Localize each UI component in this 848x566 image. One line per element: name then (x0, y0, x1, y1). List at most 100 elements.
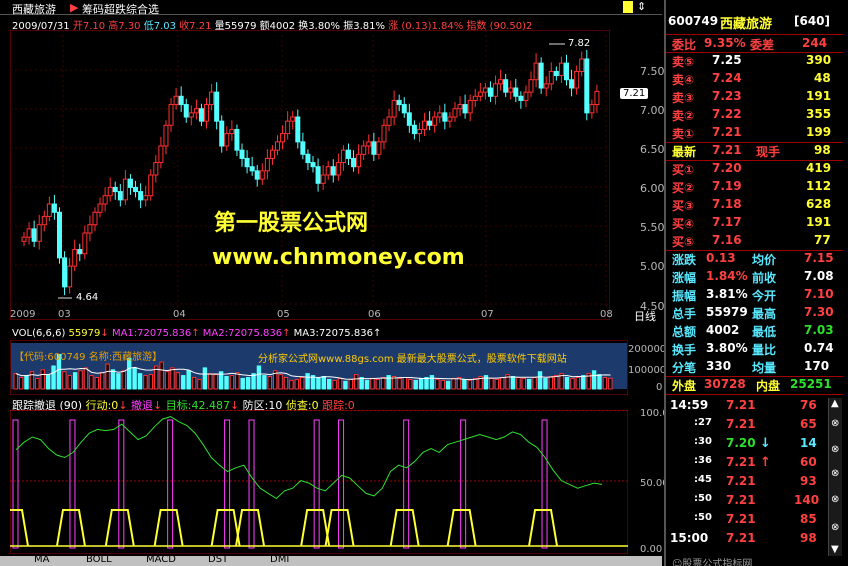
candle-body (366, 141, 372, 147)
candle-body (198, 108, 204, 122)
tab-ma[interactable]: MA (34, 554, 49, 565)
ask-row[interactable]: 卖③ 7.23 191 (666, 88, 843, 106)
candle-body (533, 62, 539, 81)
volume-bar (467, 379, 472, 390)
volume-bar (602, 376, 608, 390)
stat-text: 总额 (672, 325, 697, 339)
panel-index: [640] (794, 14, 831, 28)
tick-cell: 7.21 (726, 398, 756, 412)
ask-row[interactable]: 卖⑤ 7.25 390 (666, 52, 843, 70)
candle-body (249, 166, 255, 172)
candle-body (340, 149, 346, 164)
volume-bar (202, 367, 208, 390)
candle-body (183, 104, 189, 118)
volume-bar (451, 377, 456, 390)
tick-row[interactable]: :50 7.21 85 (666, 510, 843, 529)
bid-row[interactable]: 买③ 7.18 628 (666, 196, 843, 214)
volume-banner-right: 分析家公式网www.88gs.com 最新最大股票公式，股票软件下载网站 (258, 354, 567, 365)
tick-cell: :27 (694, 417, 712, 428)
tab-dmi[interactable]: DMI (270, 554, 289, 565)
candle-body (498, 79, 504, 85)
last-label: 最新 (672, 145, 697, 159)
volume-bar (83, 367, 89, 390)
volume-bar (510, 376, 516, 390)
tick-cell: 140 (794, 493, 820, 507)
scheme-tab[interactable]: 筹码超跌综合选 (82, 1, 159, 17)
tick-row[interactable]: 14:59 7.21 76 (666, 396, 843, 415)
scroll-icon[interactable]: ⊗ (831, 418, 839, 429)
volume-bar (370, 377, 375, 390)
ask-row[interactable]: 卖④ 7.24 48 (666, 70, 843, 88)
bid-row[interactable]: 买② 7.19 112 (666, 178, 843, 196)
vol-y-tick: 100000 (628, 365, 667, 376)
volume-bar (494, 378, 499, 390)
volume-bar (424, 376, 429, 390)
volume-bar (305, 373, 310, 390)
candle-body (148, 174, 154, 197)
scroll-down-icon[interactable]: ▼ (831, 544, 839, 555)
tick-row[interactable]: :45 7.21 93 (666, 472, 843, 491)
candle-body (401, 104, 407, 114)
tick-row[interactable]: :30 7.20 ↓ 14 (666, 434, 843, 453)
tick-row[interactable]: 15:00 7.21 98 (666, 529, 843, 548)
date-tick: 04 (173, 309, 186, 320)
candle-body (472, 95, 478, 101)
tick-row[interactable]: :27 7.21 65 (666, 415, 843, 434)
volume-bar (537, 371, 543, 390)
tab-dst[interactable]: DST (208, 554, 228, 565)
scroll-up-icon[interactable]: ▲ (831, 398, 839, 409)
watermark-url: www.chnmoney.com (212, 245, 465, 270)
candle-body (264, 157, 270, 172)
bid-row[interactable]: 买⑤ 7.16 77 (666, 232, 843, 250)
play-icon[interactable]: ▶ (70, 1, 78, 14)
candle-body (82, 232, 88, 255)
date-axis: 2009 03 04 05 06 07 08 日线 (10, 309, 662, 323)
arrow-up-down-icon[interactable]: ⇕ (637, 0, 646, 13)
stat-text: 换手 (672, 343, 697, 357)
tick-list[interactable]: 14:59 7.21 76:27 7.21 65:30 7.20 ↓ 14:36 7.21 ↑ 60… (666, 396, 843, 556)
vol-label[interactable]: VOL(6,6,6) (12, 328, 65, 339)
candle-body (300, 141, 306, 155)
tab-boll[interactable]: BOLL (86, 554, 112, 565)
vol-y-tick: 0 (656, 382, 663, 393)
candle-body (51, 203, 57, 213)
candle-body (87, 224, 93, 234)
stock-name-title[interactable]: 西藏旅游 (12, 1, 56, 17)
volume-bar (564, 376, 570, 390)
ask-row[interactable]: 卖① 7.21 199 (666, 124, 843, 142)
volume-bar (364, 379, 370, 390)
indicator-chart[interactable] (10, 410, 628, 554)
period-label[interactable]: 日线 (634, 308, 656, 324)
scroll-icon[interactable]: ⊗ (831, 444, 839, 455)
tick-row[interactable]: :36 7.21 ↑ 60 (666, 453, 843, 472)
scroll-icon[interactable]: ⊗ (831, 468, 839, 479)
volume-bar (591, 370, 597, 390)
bid-row[interactable]: 买④ 7.17 191 (666, 214, 843, 232)
stat-text: 0.74 (804, 341, 834, 355)
tick-cell: 7.21 (726, 474, 756, 488)
scroll-icon[interactable]: ⊗ (831, 494, 839, 505)
stats-block: 涨跌 0.13 均价 7.15 涨幅 1.84% 前收 7.08 振幅 3.81% 今开 7.10 总手… (666, 250, 843, 376)
candle-body (538, 62, 544, 89)
candle-body (275, 141, 281, 151)
tick-scrollbar[interactable]: ▲ ⊗ ⊗ ⊗ ⊗ ⊗ ▼ (828, 398, 842, 556)
stat-text: 330 (706, 359, 732, 373)
volume-bar (348, 378, 354, 390)
scroll-icon[interactable]: ⊗ (831, 522, 839, 533)
volume-bar (499, 376, 505, 390)
commission-ratio-row: 委比 9.35% 委差 244 (666, 34, 843, 52)
ask-row[interactable]: 卖② 7.22 355 (666, 106, 843, 124)
candle-body (193, 108, 199, 114)
volume-bar (581, 375, 586, 390)
volume-bar (278, 374, 283, 390)
tick-cell: 15:00 (670, 531, 709, 545)
bid-row[interactable]: 买① 7.20 419 (666, 160, 843, 178)
candle-body (356, 153, 362, 168)
lock-icon[interactable] (623, 1, 633, 13)
tick-cell: ↑ (760, 455, 771, 470)
candle-body (518, 95, 524, 101)
volume-bar (575, 376, 581, 390)
price-chart[interactable] (10, 30, 610, 320)
tick-row[interactable]: :50 7.21 140 (666, 491, 843, 510)
tab-macd[interactable]: MACD (146, 554, 176, 565)
